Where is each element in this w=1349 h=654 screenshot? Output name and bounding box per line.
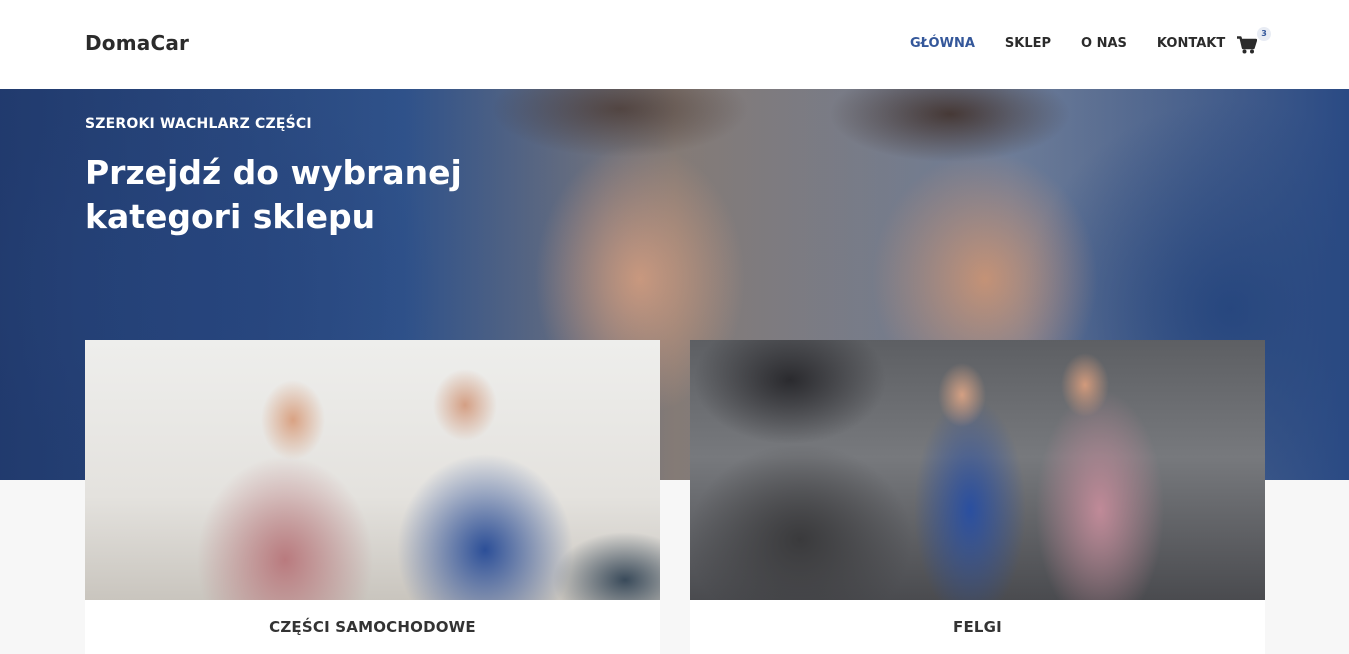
category-label[interactable]: FELGI (690, 600, 1265, 654)
nav-item-home[interactable]: GŁÓWNA (910, 36, 975, 51)
nav-item-about[interactable]: O NAS (1081, 36, 1127, 51)
category-image-car-parts[interactable] (85, 340, 660, 600)
category-image-rims[interactable] (690, 340, 1265, 600)
site-header: DomaCar GŁÓWNA SKLEP O NAS KONTAKT 3 (0, 0, 1349, 89)
hero-eyebrow: SZEROKI WACHLARZ CZĘŚCI (85, 116, 312, 132)
cart-count-badge: 3 (1257, 27, 1271, 41)
site-logo[interactable]: DomaCar (85, 31, 189, 55)
nav-item-shop[interactable]: SKLEP (1005, 36, 1051, 51)
category-label[interactable]: CZĘŚCI SAMOCHODOWE (85, 600, 660, 654)
category-card-rims[interactable]: FELGI (690, 340, 1265, 654)
nav-item-contact[interactable]: KONTAKT (1157, 36, 1225, 51)
cart-icon[interactable] (1237, 36, 1258, 54)
hero-title: Przejdź do wybranej kategori sklepu (85, 153, 462, 236)
category-card-car-parts[interactable]: CZĘŚCI SAMOCHODOWE (85, 340, 660, 654)
main-nav: GŁÓWNA SKLEP O NAS KONTAKT (910, 36, 1255, 51)
